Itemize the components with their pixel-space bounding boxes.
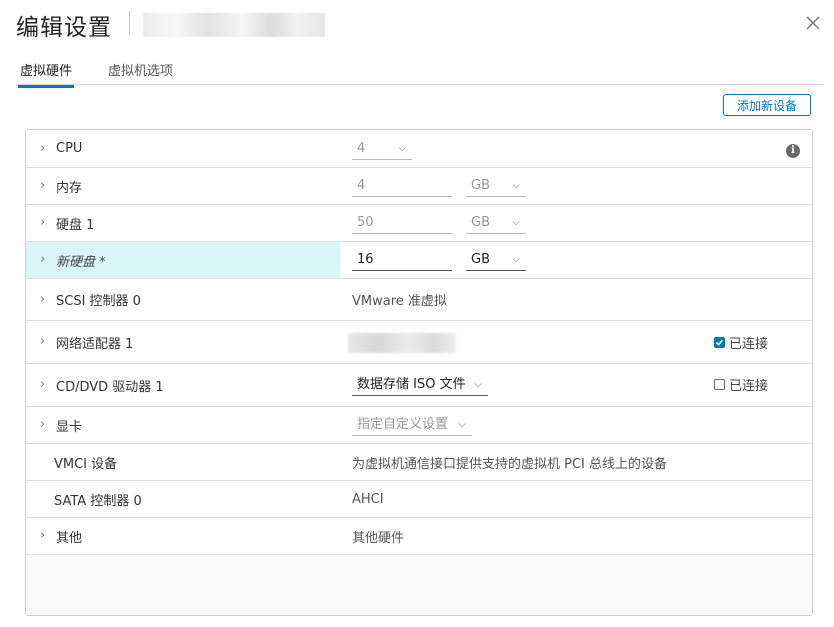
checkbox-unchecked-icon	[714, 379, 725, 390]
row-video-card: › 显卡 指定自定义设置 ⌵	[26, 407, 812, 444]
cddvd-media-value: 数据存储 ISO 文件	[357, 377, 466, 392]
cddvd-media-select[interactable]: 数据存储 ISO 文件 ⌵	[352, 374, 488, 396]
chevron-down-icon: ⌵	[512, 180, 520, 191]
row-vmci-header: VMCI 设备	[26, 444, 340, 480]
network-name-redacted	[348, 333, 456, 353]
disk1-unit-select[interactable]: GB ⌵	[466, 212, 526, 234]
row-cddvd-header[interactable]: › CD/DVD 驱动器 1	[26, 364, 340, 406]
cpu-count-value: 4	[357, 141, 366, 156]
row-sata: SATA 控制器 0 AHCI	[26, 481, 812, 518]
row-cddvd: › CD/DVD 驱动器 1 数据存储 ISO 文件 ⌵ 已连接	[26, 364, 812, 407]
title-separator	[129, 11, 130, 35]
vmci-description: 为虚拟机通信接口提供支持的虚拟机 PCI 总线上的设备	[352, 456, 668, 472]
close-icon	[806, 16, 820, 30]
row-cpu-label: CPU	[56, 141, 83, 156]
row-video-card-label: 显卡	[56, 419, 83, 435]
chevron-down-icon: ⌵	[398, 143, 406, 154]
row-scsi-label: SCSI 控制器 0	[56, 294, 141, 309]
row-other-header[interactable]: › 其他	[26, 518, 340, 554]
nic-connected-label: 已连接	[729, 337, 769, 352]
close-button[interactable]	[802, 12, 824, 34]
cddvd-connected-label: 已连接	[729, 379, 769, 394]
chevron-right-icon: ›	[40, 334, 46, 349]
row-vmci: VMCI 设备 为虚拟机通信接口提供支持的虚拟机 PCI 总线上的设备	[26, 444, 812, 481]
chevron-right-icon: ›	[40, 417, 46, 432]
info-icon[interactable]: i	[786, 144, 800, 158]
row-disk1: › 硬盘 1 50 GB ⌵	[26, 205, 812, 242]
chevron-right-icon: ›	[40, 252, 46, 267]
row-video-card-header[interactable]: › 显卡	[26, 407, 340, 443]
hardware-table: › CPU 4 ⌵ i › 内存 4 GB ⌵ › 硬盘 1 50 GB ⌵ ›…	[25, 129, 813, 616]
row-sata-label: SATA 控制器 0	[54, 493, 142, 509]
chevron-right-icon: ›	[40, 291, 46, 307]
row-network-adapter-label: 网络适配器 1	[56, 336, 134, 352]
add-new-device-button[interactable]: 添加新设备	[723, 94, 811, 116]
scsi-type-value: VMware 准虚拟	[352, 294, 447, 309]
chevron-right-icon: ›	[40, 528, 46, 543]
chevron-right-icon: ›	[40, 215, 46, 230]
other-hardware-value: 其他硬件	[352, 530, 405, 546]
row-sata-header: SATA 控制器 0	[26, 481, 340, 517]
row-vmci-label: VMCI 设备	[54, 456, 118, 472]
tab-vm-options[interactable]: 虚拟机选项	[106, 60, 175, 85]
row-new-disk-label: 新硬盘 *	[56, 254, 106, 270]
row-cpu-header[interactable]: › CPU	[26, 130, 340, 167]
row-cpu: › CPU 4 ⌵ i	[26, 130, 812, 168]
video-settings-value: 指定自定义设置	[357, 417, 449, 432]
chevron-right-icon: ›	[40, 178, 46, 193]
row-disk1-header[interactable]: › 硬盘 1	[26, 205, 340, 241]
row-other-label: 其他	[56, 530, 83, 546]
row-scsi: › SCSI 控制器 0 VMware 准虚拟	[26, 279, 812, 321]
chevron-down-icon: ⌵	[512, 254, 520, 265]
disk1-unit-value: GB	[471, 215, 490, 230]
row-new-disk-header[interactable]: › 新硬盘 *	[26, 242, 340, 278]
nic-connected-checkbox[interactable]: 已连接	[714, 333, 768, 352]
row-memory-label: 内存	[56, 180, 83, 196]
memory-unit-select[interactable]: GB ⌵	[466, 175, 526, 197]
sata-type-value: AHCI	[352, 491, 384, 507]
cpu-count-select[interactable]: 4 ⌵	[352, 138, 412, 160]
row-network-adapter-header[interactable]: › 网络适配器 1	[26, 321, 340, 363]
new-disk-unit-select[interactable]: GB ⌵	[466, 249, 526, 271]
vm-name-redacted	[143, 13, 325, 37]
chevron-right-icon: ›	[40, 377, 46, 392]
chevron-right-icon: ›	[40, 140, 46, 156]
tab-bar: 虚拟硬件 虚拟机选项	[16, 60, 824, 88]
row-memory-header[interactable]: › 内存	[26, 168, 340, 204]
dialog-title: 编辑设置	[16, 15, 112, 41]
tab-virtual-hardware[interactable]: 虚拟硬件	[18, 60, 75, 88]
row-other: › 其他 其他硬件	[26, 518, 812, 555]
row-memory: › 内存 4 GB ⌵	[26, 168, 812, 205]
row-cddvd-label: CD/DVD 驱动器 1	[56, 379, 164, 395]
chevron-down-icon: ⌵	[512, 217, 520, 228]
row-new-disk: › 新硬盘 * 16 GB ⌵	[26, 242, 812, 279]
memory-size-input[interactable]: 4	[352, 175, 452, 197]
disk1-size-input[interactable]: 50	[352, 212, 452, 234]
video-settings-select[interactable]: 指定自定义设置 ⌵	[352, 414, 472, 436]
row-disk1-label: 硬盘 1	[56, 217, 95, 233]
new-disk-size-input[interactable]: 16	[352, 249, 452, 271]
checkbox-checked-icon	[714, 337, 725, 348]
new-disk-unit-value: GB	[471, 252, 490, 267]
row-scsi-header[interactable]: › SCSI 控制器 0	[26, 279, 340, 320]
chevron-down-icon: ⌵	[474, 379, 482, 390]
chevron-down-icon: ⌵	[458, 419, 466, 430]
cddvd-connected-checkbox[interactable]: 已连接	[714, 375, 768, 394]
memory-unit-value: GB	[471, 178, 490, 193]
row-network-adapter: › 网络适配器 1 已连接	[26, 321, 812, 364]
